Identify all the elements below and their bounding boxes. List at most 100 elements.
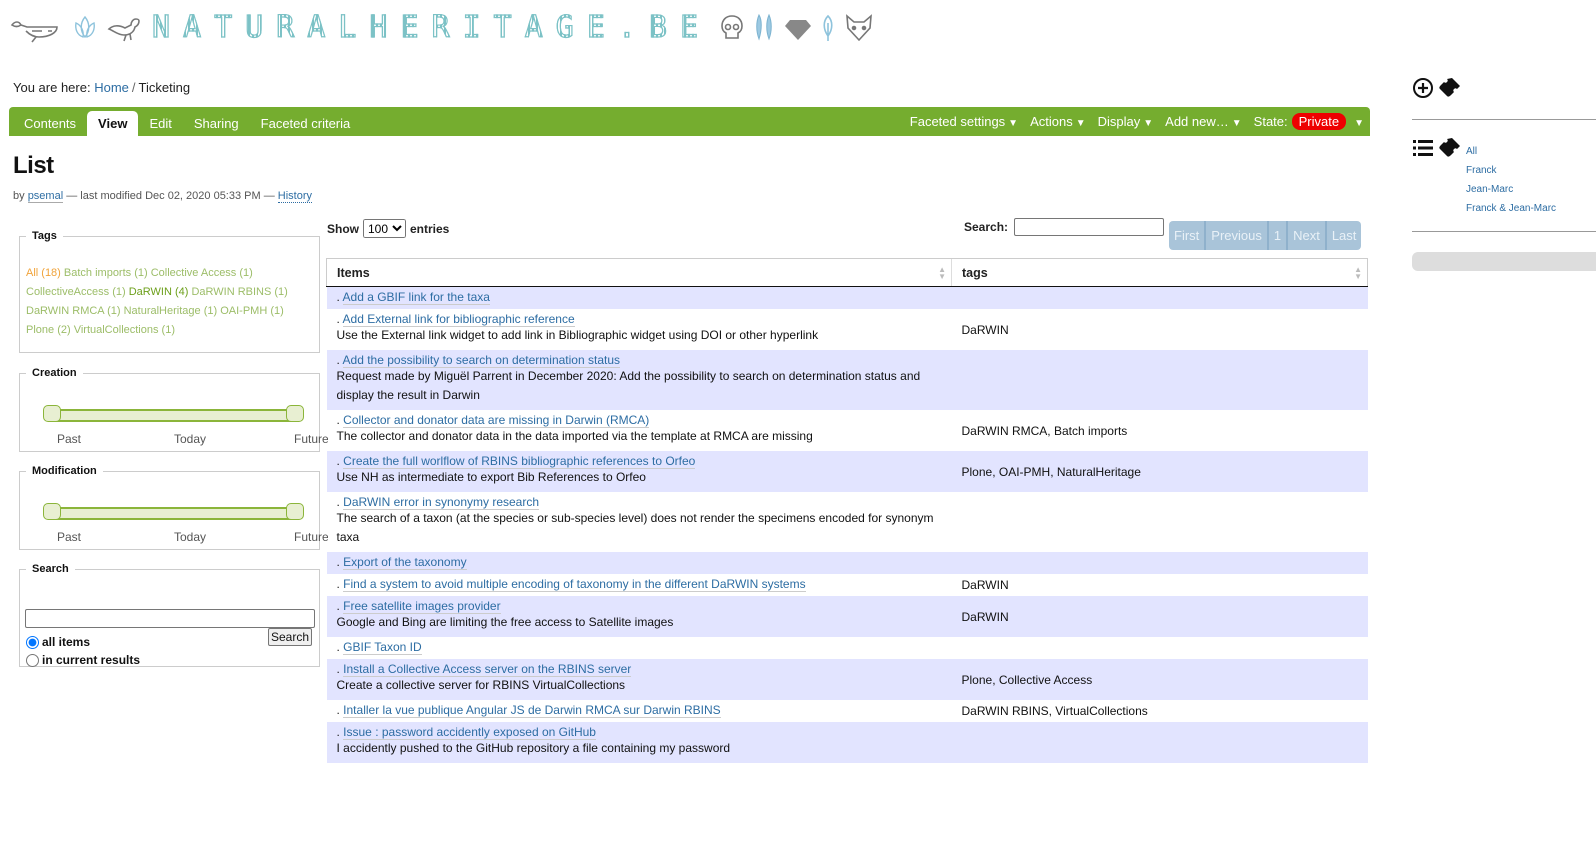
radio-all-items[interactable]: all items xyxy=(26,635,90,649)
column-header-items[interactable]: Items ▲ ▼ xyxy=(326,258,952,287)
tab-contents[interactable]: Contents xyxy=(13,111,87,136)
tab-view[interactable]: View xyxy=(87,111,139,136)
item-title: . Create the full worlflow of RBINS bibl… xyxy=(336,454,696,469)
item-link[interactable]: GBIF Taxon ID xyxy=(343,640,422,655)
facet-search-input[interactable] xyxy=(25,609,315,628)
item-cell: . Add the possibility to search on deter… xyxy=(326,350,952,410)
breadcrumb-current: Ticketing xyxy=(138,80,191,95)
creation-facet-legend: Creation xyxy=(32,367,77,379)
radio-current-results-input[interactable] xyxy=(26,653,39,667)
actions-menu[interactable]: Actions ▼ xyxy=(1030,114,1086,129)
show-entries: Show 100 entries xyxy=(327,219,449,238)
history-link[interactable]: History xyxy=(277,190,313,203)
slider-label-today: Today xyxy=(174,530,207,544)
item-link[interactable]: Intaller la vue publique Angular JS de D… xyxy=(343,703,721,718)
item-link[interactable]: DaRWIN error in synonymy research xyxy=(343,495,540,510)
tag-filter[interactable]: Plone (2) xyxy=(26,324,71,336)
radio-current-results[interactable]: in current results xyxy=(26,653,140,667)
display-menu[interactable]: Display ▼ xyxy=(1098,114,1154,129)
fox-icon xyxy=(843,13,875,43)
creation-range-slider[interactable]: Past Today Future xyxy=(20,379,328,446)
display-label: Display xyxy=(1097,114,1141,129)
portlet-divider xyxy=(1412,119,1596,120)
pager-first[interactable]: First xyxy=(1169,221,1207,250)
ticket-icon[interactable] xyxy=(1439,137,1461,162)
item-link[interactable]: Create the full worlflow of RBINS biblio… xyxy=(343,454,696,469)
ticketing-portlet: All Franck Jean-Marc Franck & Jean-Marc xyxy=(1412,77,1596,271)
ticket-icon[interactable] xyxy=(1439,77,1461,102)
item-link[interactable]: Free satellite images provider xyxy=(343,599,501,614)
site-logo[interactable]: NATURALHERITAGE.BE xyxy=(10,8,875,48)
page-size-select[interactable]: 100 xyxy=(363,219,406,238)
slider-handle-end[interactable] xyxy=(286,503,304,520)
tag-filter[interactable]: CollectiveAccess (1) xyxy=(26,286,126,298)
item-link[interactable]: Add a GBIF link for the taxa xyxy=(342,290,490,305)
table-row: . Free satellite images provider Google a… xyxy=(326,596,1368,637)
tag-filter[interactable]: DaRWIN RBINS (1) xyxy=(191,286,287,298)
pager-previous[interactable]: Previous xyxy=(1206,221,1269,250)
tag-filter[interactable]: Collective Access (1) xyxy=(151,267,253,279)
slider-handle-end[interactable] xyxy=(286,405,304,422)
breadcrumb-home[interactable]: Home xyxy=(94,80,129,95)
table-search-input[interactable] xyxy=(1014,218,1165,236)
item-link[interactable]: Collector and donator data are missing i… xyxy=(343,413,650,428)
item-link[interactable]: Find a system to avoid multiple encoding… xyxy=(343,577,806,592)
tag-filter[interactable]: DaRWIN RMCA (1) xyxy=(26,305,121,317)
tag-filter[interactable]: VirtualCollections (1) xyxy=(74,324,175,336)
item-cell: . Add External link for bibliographic re… xyxy=(327,309,952,350)
radio-all-items-label: all items xyxy=(42,635,91,649)
skull-icon xyxy=(719,13,745,43)
slider-handle-start[interactable] xyxy=(43,503,61,520)
tab-sharing[interactable]: Sharing xyxy=(183,111,250,136)
slider-label-past: Past xyxy=(57,432,82,446)
add-new-menu[interactable]: Add new… ▼ xyxy=(1165,114,1242,129)
item-link[interactable]: Install a Collective Access server on th… xyxy=(343,662,632,677)
item-tags: DaRWIN RMCA, Batch imports xyxy=(961,423,1128,438)
show-label: Show xyxy=(327,221,359,236)
facet-search-button[interactable]: Search xyxy=(268,628,313,646)
item-cell: . Export of the taxonomy xyxy=(326,552,952,574)
add-circle-icon[interactable] xyxy=(1412,77,1434,102)
list-icon[interactable] xyxy=(1412,138,1434,161)
author-link[interactable]: psemal xyxy=(27,190,64,203)
modification-range-slider[interactable]: Past Today Future xyxy=(20,477,328,544)
tag-filter[interactable]: NaturalHeritage (1) xyxy=(124,305,218,317)
item-tags xyxy=(951,552,1368,574)
slider-track xyxy=(48,409,296,422)
item-link[interactable]: Add External link for bibliographic refe… xyxy=(342,312,575,327)
table-header-row: Items ▲ ▼ tags ▲ ▼ xyxy=(326,258,1368,287)
slider-label-today: Today xyxy=(174,432,207,446)
breadcrumb-prefix: You are here: xyxy=(13,80,91,95)
item-title: . Add a GBIF link for the taxa xyxy=(336,290,490,305)
item-cell: . Intaller la vue publique Angular JS de… xyxy=(327,700,952,722)
page-title: List xyxy=(13,152,54,179)
caret-down-icon: ▼ xyxy=(1008,118,1019,129)
breadcrumb-separator: / xyxy=(131,80,136,95)
tag-filter[interactable]: Batch imports (1) xyxy=(64,267,148,279)
state-menu[interactable]: State: Private ▼ xyxy=(1254,113,1364,130)
faceted-settings-menu[interactable]: Faceted settings ▼ xyxy=(910,114,1018,129)
slider-handle-start[interactable] xyxy=(43,405,61,422)
tag-filter[interactable]: All (18) xyxy=(26,267,61,279)
pager-last[interactable]: Last xyxy=(1327,221,1362,250)
item-link[interactable]: Export of the taxonomy xyxy=(343,555,467,570)
portlet-footer-bar xyxy=(1412,252,1596,271)
tag-filter[interactable]: OAI-PMH (1) xyxy=(220,305,284,317)
portlet-link-franck-jean-marc[interactable]: Franck & Jean-Marc xyxy=(1466,199,1556,218)
portlet-link-jean-marc[interactable]: Jean-Marc xyxy=(1466,180,1556,199)
creation-facet: Creation Past Today Future xyxy=(19,367,328,452)
pager-page-1[interactable]: 1 xyxy=(1269,221,1289,250)
radio-all-items-input[interactable] xyxy=(26,635,39,649)
portlet-link-franck[interactable]: Franck xyxy=(1466,161,1556,180)
item-link[interactable]: Add the possibility to search on determi… xyxy=(342,353,621,368)
table-row: . Collector and donator data are missing… xyxy=(327,410,1368,451)
table-row: . GBIF Taxon ID xyxy=(327,637,1368,659)
pager-next[interactable]: Next xyxy=(1288,221,1327,250)
item-link[interactable]: Issue : password accidently exposed on G… xyxy=(343,725,596,740)
tag-filter[interactable]: DaRWIN (4) xyxy=(129,286,189,298)
portlet-link-all[interactable]: All xyxy=(1466,142,1556,161)
tab-faceted-criteria[interactable]: Faceted criteria xyxy=(250,111,362,136)
column-header-tags[interactable]: tags ▲ ▼ xyxy=(951,258,1368,287)
tab-edit[interactable]: Edit xyxy=(138,111,182,136)
item-title: . Issue : password accidently exposed on… xyxy=(336,725,596,740)
